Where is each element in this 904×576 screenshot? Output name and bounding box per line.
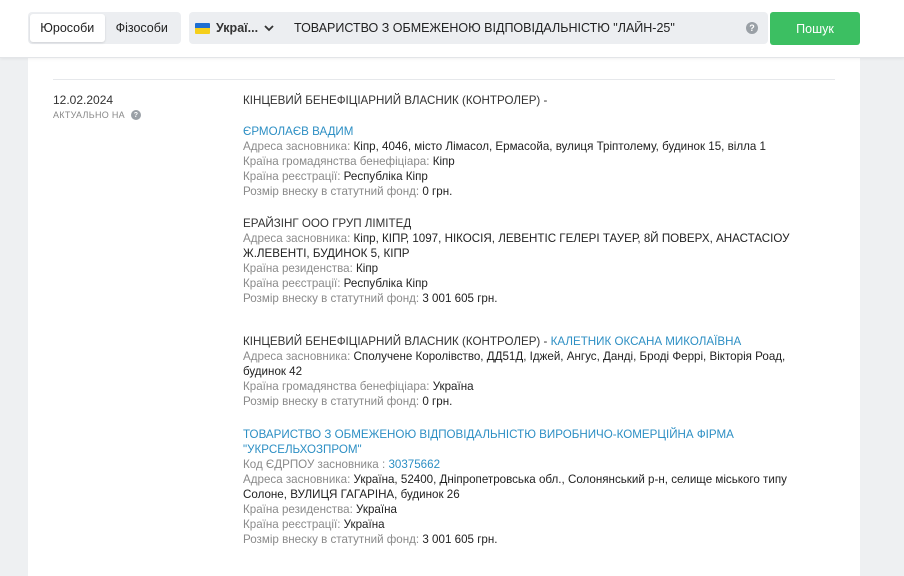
chevron-down-icon <box>264 25 274 32</box>
residence-label: Країна резиденства: <box>243 503 353 516</box>
address-value-cont: Ж.ЛЕВЕНТІ, БУДИНОК 5, КІПР <box>243 247 410 260</box>
country-select[interactable]: Украї... <box>189 12 285 44</box>
address-label: Адреса засновника: <box>243 232 351 245</box>
registration-value: Україна <box>343 518 385 531</box>
owner-name-link[interactable]: КАЛЕТНИК ОКСАНА МИКОЛАЇВНА <box>551 335 742 348</box>
address-value: Кіпр, 4046, місто Лімасол, Ермасойа, вул… <box>353 140 766 153</box>
residence-label: Країна резиденства: <box>243 262 353 275</box>
entry-date: 12.02.2024 <box>53 93 114 107</box>
entity-type-switch: Юрособи Фізособи <box>28 12 181 44</box>
beneficiary-card: 12.02.2024 АКТУАЛЬНО НА ? КІНЦЕВИЙ БЕНЕФ… <box>28 40 860 576</box>
founder-person-2: КІНЦЕВИЙ БЕНЕФІЦІАРНИЙ ВЛАСНИК (КОНТРОЛЕ… <box>243 334 813 409</box>
owner-heading-text: КІНЦЕВИЙ БЕНЕФІЦІАРНИЙ ВЛАСНИК (КОНТРОЛЕ… <box>243 94 548 107</box>
search-box: ? <box>285 12 768 44</box>
ukraine-flag-icon <box>195 22 210 34</box>
company-name-link-cont[interactable]: "УКРСЕЛЬХОЗПРОМ" <box>243 443 362 456</box>
residence-value: Україна <box>356 503 397 516</box>
citizenship-value: Кіпр <box>432 155 455 168</box>
registration-label: Країна реєстрації: <box>243 277 341 290</box>
address-label: Адреса засновника: <box>243 140 351 153</box>
founder-company-1: ЕРАЙЗІНГ ООО ГРУП ЛІМІТЕД Адреса засновн… <box>243 216 813 306</box>
country-label: Украї... <box>216 21 259 35</box>
company-name-link[interactable]: ТОВАРИСТВО З ОБМЕЖЕНОЮ ВІДПОВІДАЛЬНІСТЮ … <box>243 428 734 441</box>
citizenship-value: Україна <box>432 380 474 393</box>
edrpou-label: Код ЄДРПОУ засновника : <box>243 458 386 471</box>
actual-as-of-label: АКТУАЛЬНО НА ? <box>53 110 141 120</box>
contribution-value: 3 001 605 грн. <box>422 533 498 546</box>
registration-value: Республіка Кіпр <box>343 277 428 290</box>
registration-label: Країна реєстрації: <box>243 518 341 531</box>
address-label: Адреса засновника: <box>243 473 351 486</box>
address-value-cont: Солоне, ВУЛИЦЯ ГАГАРІНА, будинок 26 <box>243 488 460 501</box>
owner-heading: КІНЦЕВИЙ БЕНЕФІЦІАРНИЙ ВЛАСНИК (КОНТРОЛЕ… <box>243 93 813 108</box>
founder-company-2: ТОВАРИСТВО З ОБМЕЖЕНОЮ ВІДПОВІДАЛЬНІСТЮ … <box>243 427 813 547</box>
contribution-value: 3 001 605 грн. <box>422 292 498 305</box>
contribution-value: 0 грн. <box>422 185 453 198</box>
divider <box>53 79 835 80</box>
address-value: Кіпр, КІПР, 1097, НІКОСІЯ, ЛЕВЕНТІС ГЕЛЕ… <box>353 232 790 245</box>
company-name: ЕРАЙЗІНГ ООО ГРУП ЛІМІТЕД <box>243 217 412 230</box>
edrpou-link[interactable]: 30375662 <box>388 458 440 471</box>
owner-heading-text: КІНЦЕВИЙ БЕНЕФІЦІАРНИЙ ВЛАСНИК (КОНТРОЛЕ… <box>243 335 548 348</box>
tab-individuals[interactable]: Фізособи <box>105 14 180 42</box>
help-icon[interactable]: ? <box>130 110 141 120</box>
founder-name-link[interactable]: ЄРМОЛАЄВ ВАДИМ <box>243 125 353 138</box>
tab-legal-entities[interactable]: Юрособи <box>30 14 105 42</box>
residence-value: Кіпр <box>356 262 379 275</box>
registration-value: Республіка Кіпр <box>343 170 428 183</box>
address-label: Адреса засновника: <box>243 350 351 363</box>
contribution-value: 0 грн. <box>422 395 453 408</box>
citizenship-label: Країна громадянства бенефіціара: <box>243 155 430 168</box>
actual-label-text: АКТУАЛЬНО НА <box>53 110 125 120</box>
address-value: Україна, 52400, Дніпропетровська обл., С… <box>353 473 787 486</box>
address-value: Сполучене Королівство, ДД51Д, Іджей, Анг… <box>353 350 786 363</box>
contribution-label: Розмір внеску в статутний фонд: <box>243 185 420 198</box>
contribution-label: Розмір внеску в статутний фонд: <box>243 395 420 408</box>
contribution-label: Розмір внеску в статутний фонд: <box>243 292 420 305</box>
contribution-label: Розмір внеску в статутний фонд: <box>243 533 420 546</box>
registration-label: Країна реєстрації: <box>243 170 341 183</box>
help-icon[interactable]: ? <box>746 22 758 34</box>
address-value-cont: будинок 42 <box>243 365 303 378</box>
search-input[interactable] <box>285 13 725 43</box>
citizenship-label: Країна громадянства бенефіціара: <box>243 380 430 393</box>
founder-person-1: ЄРМОЛАЄВ ВАДИМ Адреса засновника: Кіпр, … <box>243 124 813 199</box>
top-search-bar: Юрособи Фізособи Украї... ? Пошук <box>0 0 904 58</box>
search-button[interactable]: Пошук <box>770 12 860 45</box>
